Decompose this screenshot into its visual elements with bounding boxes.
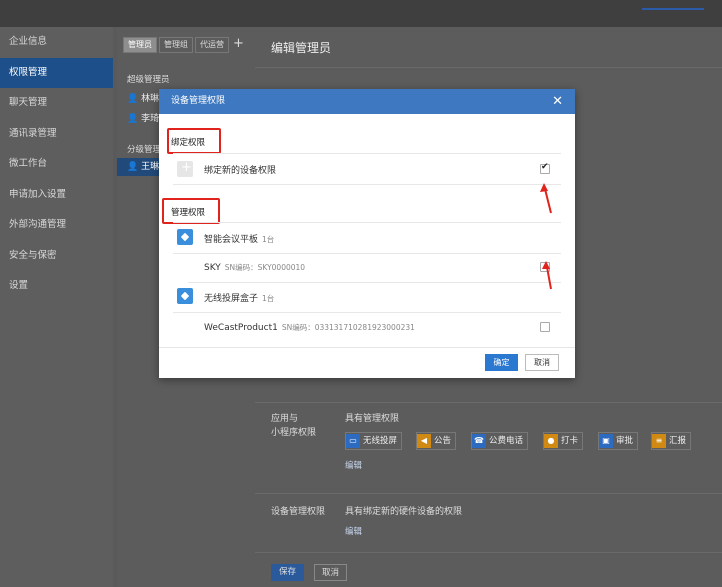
- sidebar: 企业信息 权限管理 聊天管理 通讯录管理 微工作台 申请加入设置 外部沟通管理 …: [0, 27, 113, 587]
- device-box-icon: [177, 288, 193, 304]
- screen-icon: ▭: [346, 434, 360, 448]
- dialog-cancel-button[interactable]: 取消: [525, 354, 559, 371]
- list-item: 绑定新的设备权限: [173, 153, 561, 185]
- dialog-title: 设备管理权限: [171, 96, 226, 106]
- highlight-box: [167, 128, 221, 154]
- bind-item-label: 绑定新的设备权限: [204, 166, 277, 176]
- device-box-icon: [177, 229, 193, 245]
- location-icon: ●: [544, 434, 558, 448]
- page-title: 编辑管理员: [271, 41, 332, 55]
- tab-admin-groups[interactable]: 管理组: [159, 37, 193, 53]
- apps-permission-label: 应用与 小程序权限: [271, 414, 317, 438]
- edit-device-link[interactable]: 编辑: [345, 525, 362, 537]
- top-bar: [0, 0, 722, 27]
- sidebar-item-settings[interactable]: 设置: [0, 271, 113, 302]
- sidebar-item-contacts[interactable]: 通讯录管理: [0, 119, 113, 150]
- sidebar-item-join-settings[interactable]: 申请加入设置: [0, 180, 113, 211]
- sidebar-item-company-info[interactable]: 企业信息: [0, 27, 113, 58]
- edit-apps-link[interactable]: 编辑: [345, 459, 362, 471]
- save-button[interactable]: 保存: [271, 564, 304, 581]
- list-item: SKY SN编码：SKY0000010: [188, 252, 561, 283]
- user-icon: 👤: [127, 162, 142, 172]
- arrow-annotation: [540, 183, 552, 214]
- app-chip-report: ≡ 汇报: [651, 432, 692, 450]
- device-permission-label: 设备管理权限: [271, 507, 326, 517]
- add-icon[interactable]: +: [233, 37, 244, 51]
- divider: [255, 67, 722, 68]
- admin-entry[interactable]: 👤 林琳: [127, 91, 159, 104]
- app-chip-screencast: ▭ 无线投屏: [345, 432, 403, 450]
- divider: [255, 493, 722, 494]
- sidebar-item-permissions[interactable]: 权限管理: [0, 57, 113, 88]
- approval-icon: ▣: [599, 434, 613, 448]
- report-icon: ≡: [652, 434, 666, 448]
- divider: [255, 402, 722, 403]
- group-name: 无线投屏盒子 1台: [204, 294, 275, 304]
- confirm-button[interactable]: 确定: [485, 354, 518, 371]
- device-name: SKY SN编码：SKY0000010: [204, 263, 306, 273]
- list-item: 智能会议平板 1台: [173, 222, 561, 254]
- list-item: 无线投屏盒子 1台: [173, 282, 561, 313]
- super-admin-label: 超级管理员: [127, 75, 170, 85]
- close-icon[interactable]: ✕: [552, 89, 563, 114]
- apps-permission-value: 具有管理权限: [345, 414, 400, 424]
- phone-icon: ☎: [472, 434, 486, 448]
- device-permission-value: 具有绑定新的硬件设备的权限: [345, 507, 463, 517]
- sidebar-item-workbench[interactable]: 微工作台: [0, 149, 113, 180]
- cancel-button[interactable]: 取消: [314, 564, 347, 581]
- highlight-box: [162, 198, 220, 224]
- app-chip-phone: ☎ 公费电话: [471, 432, 529, 450]
- tab-admins[interactable]: 管理员: [123, 37, 157, 53]
- list-item: WeCastProduct1 SN编码：033131710281923000231: [188, 312, 561, 342]
- group-name: 智能会议平板 1台: [204, 235, 275, 245]
- add-device-icon: [177, 160, 193, 177]
- tab-operators[interactable]: 代运营: [195, 37, 229, 53]
- sidebar-item-external[interactable]: 外部沟通管理: [0, 210, 113, 241]
- app-chip-approval: ▣ 审批: [598, 432, 639, 450]
- device-name: WeCastProduct1 SN编码：033131710281923000231: [204, 323, 415, 333]
- device-checkbox[interactable]: [540, 322, 550, 332]
- app-chip-notice: ◀ 公告: [416, 432, 457, 450]
- top-bar-indicator: [642, 8, 704, 10]
- user-icon: 👤: [127, 114, 142, 124]
- bind-checkbox[interactable]: [540, 162, 550, 174]
- dialog-header: 设备管理权限 ✕: [159, 89, 575, 114]
- megaphone-icon: ◀: [417, 434, 431, 448]
- device-permission-dialog: 设备管理权限 ✕ 绑定权限 绑定新的设备权限 管理权限 智能会议平板1台 SKY…: [159, 89, 575, 378]
- divider: [255, 552, 722, 553]
- admin-tabs: 管理员 管理组 代运营 +: [123, 37, 244, 53]
- app-chip-checkin: ● 打卡: [543, 432, 584, 450]
- sidebar-item-chat[interactable]: 聊天管理: [0, 88, 113, 119]
- dialog-footer: 确定 取消: [159, 347, 575, 379]
- admin-entry[interactable]: 👤 李琦: [127, 111, 159, 124]
- sidebar-item-security[interactable]: 安全与保密: [0, 241, 113, 272]
- user-icon: 👤: [127, 94, 142, 104]
